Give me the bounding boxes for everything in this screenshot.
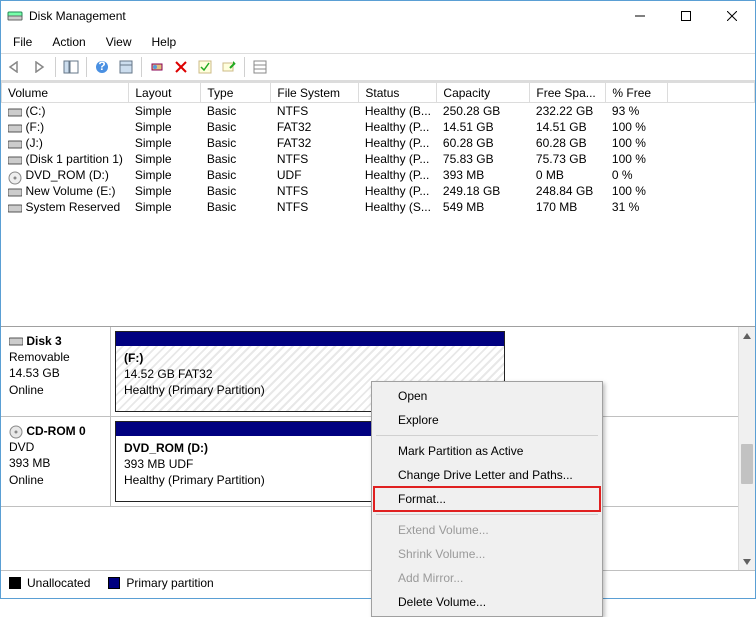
- col-header[interactable]: Free Spa...: [530, 83, 606, 103]
- disk3-title: Disk 3: [26, 334, 61, 348]
- table-row[interactable]: New Volume (E:)SimpleBasicNTFSHealthy (P…: [2, 183, 755, 199]
- ctx-change-letter[interactable]: Change Drive Letter and Paths...: [374, 463, 600, 487]
- disk3-part-status: Healthy (Primary Partition): [124, 383, 265, 397]
- cdrom0-title: CD-ROM 0: [26, 424, 85, 438]
- window-title: Disk Management: [29, 9, 617, 23]
- ctx-mark-active[interactable]: Mark Partition as Active: [374, 439, 600, 463]
- table-header-row[interactable]: VolumeLayoutTypeFile SystemStatusCapacit…: [2, 83, 755, 103]
- back-button[interactable]: [5, 56, 27, 78]
- menu-file[interactable]: File: [5, 33, 40, 51]
- help-button[interactable]: ?: [91, 56, 113, 78]
- disk3-part-size: 14.52 GB FAT32: [124, 367, 213, 381]
- legend-unallocated-swatch: [9, 577, 21, 589]
- disk-icon: [8, 187, 22, 197]
- app-icon: [7, 8, 23, 24]
- minimize-button[interactable]: [617, 1, 663, 31]
- check-button[interactable]: [194, 56, 216, 78]
- col-header[interactable]: % Free: [606, 83, 668, 103]
- disk-icon: [8, 139, 22, 149]
- menu-help[interactable]: Help: [144, 33, 185, 51]
- legend-primary-label: Primary partition: [126, 576, 213, 590]
- table-row[interactable]: (J:)SimpleBasicFAT32Healthy (P...60.28 G…: [2, 135, 755, 151]
- disk3-left[interactable]: Disk 3 Removable 14.53 GB Online: [1, 327, 111, 416]
- disk-icon: [8, 155, 22, 165]
- disk-pane-scrollbar[interactable]: [738, 327, 755, 570]
- svg-text:?: ?: [98, 60, 105, 73]
- disk3-state: Online: [9, 383, 44, 397]
- col-header[interactable]: Capacity: [437, 83, 530, 103]
- ctx-explore[interactable]: Explore: [374, 408, 600, 432]
- context-menu: Open Explore Mark Partition as Active Ch…: [371, 381, 603, 617]
- forward-button[interactable]: [29, 56, 51, 78]
- table-row[interactable]: (F:)SimpleBasicFAT32Healthy (P...14.51 G…: [2, 119, 755, 135]
- col-header[interactable]: File System: [271, 83, 359, 103]
- delete-button[interactable]: [170, 56, 192, 78]
- scroll-up-icon[interactable]: [739, 327, 755, 344]
- col-header[interactable]: Status: [359, 83, 437, 103]
- toolbar: ?: [1, 53, 755, 81]
- cdrom0-size: 393 MB: [9, 456, 50, 470]
- disk-icon: [8, 123, 22, 133]
- list-view-button[interactable]: [249, 56, 271, 78]
- col-header[interactable]: Volume: [2, 83, 129, 103]
- table-row[interactable]: DVD_ROM (D:)SimpleBasicUDFHealthy (P...3…: [2, 167, 755, 183]
- table-row[interactable]: System ReservedSimpleBasicNTFSHealthy (S…: [2, 199, 755, 215]
- col-header[interactable]: Type: [201, 83, 271, 103]
- ctx-open[interactable]: Open: [374, 384, 600, 408]
- properties-button[interactable]: [218, 56, 240, 78]
- refresh-button[interactable]: [146, 56, 168, 78]
- titlebar: Disk Management: [1, 1, 755, 31]
- col-header[interactable]: Layout: [129, 83, 201, 103]
- disk-management-window: Disk Management File Action View Help ?: [0, 0, 756, 599]
- disk-icon: [8, 203, 22, 213]
- cd-icon: [8, 171, 22, 181]
- ctx-shrink: Shrink Volume...: [374, 542, 600, 566]
- menubar: File Action View Help: [1, 31, 755, 53]
- maximize-button[interactable]: [663, 1, 709, 31]
- close-button[interactable]: [709, 1, 755, 31]
- cdrom0-state: Online: [9, 473, 44, 487]
- scrollbar-thumb[interactable]: [741, 444, 753, 484]
- menu-action[interactable]: Action: [44, 33, 93, 51]
- volume-list[interactable]: VolumeLayoutTypeFile SystemStatusCapacit…: [1, 82, 755, 327]
- scroll-down-icon[interactable]: [739, 553, 755, 570]
- cdrom0-left[interactable]: CD-ROM 0 DVD 393 MB Online: [1, 417, 111, 506]
- ctx-format[interactable]: Format...: [374, 487, 600, 511]
- legend-primary-swatch: [108, 577, 120, 589]
- ctx-delete[interactable]: Delete Volume...: [374, 590, 600, 614]
- ctx-extend: Extend Volume...: [374, 518, 600, 542]
- disk3-part-label: (F:): [124, 351, 143, 365]
- disk3-size: 14.53 GB: [9, 366, 60, 380]
- cdrom0-part-label: DVD_ROM (D:): [124, 441, 208, 455]
- menu-view[interactable]: View: [98, 33, 140, 51]
- cdrom0-kind: DVD: [9, 440, 34, 454]
- table-row[interactable]: (Disk 1 partition 1)SimpleBasicNTFSHealt…: [2, 151, 755, 167]
- settings-button[interactable]: [115, 56, 137, 78]
- table-row[interactable]: (C:)SimpleBasicNTFSHealthy (B...250.28 G…: [2, 103, 755, 120]
- disk3-kind: Removable: [9, 350, 70, 364]
- disk-icon: [8, 107, 22, 117]
- ctx-add-mirror: Add Mirror...: [374, 566, 600, 590]
- legend-unallocated-label: Unallocated: [27, 576, 90, 590]
- show-hide-button[interactable]: [60, 56, 82, 78]
- cdrom0-part-size: 393 MB UDF: [124, 457, 193, 471]
- cdrom0-part-status: Healthy (Primary Partition): [124, 473, 265, 487]
